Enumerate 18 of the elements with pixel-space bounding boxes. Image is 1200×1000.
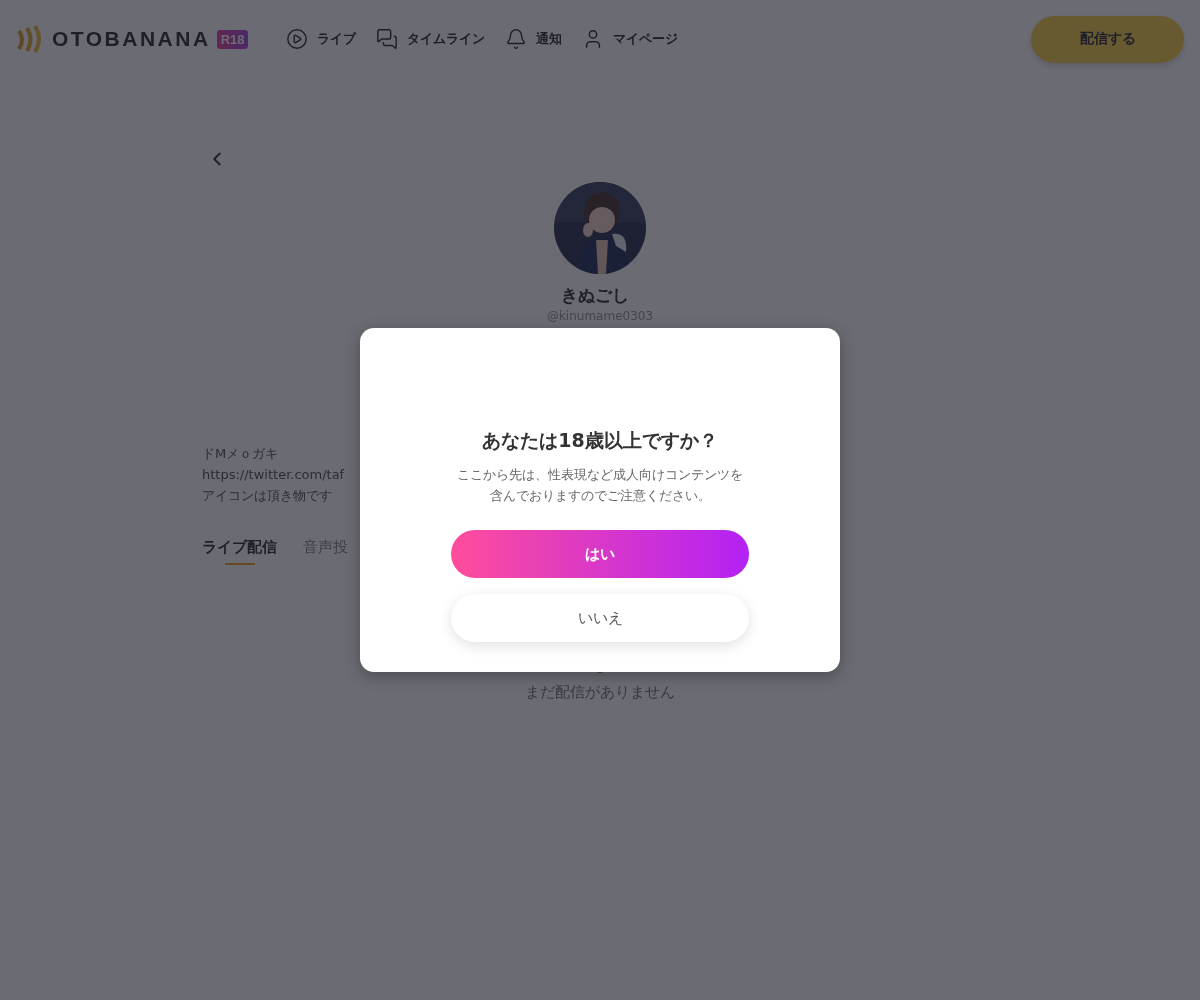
dialog-title: あなたは18歳以上ですか？ [482,428,718,453]
logo-text: OTOBANANA [52,27,211,51]
nav-link[interactable]: ライブ [286,28,356,50]
bio-line: ドMメｏガキ [202,445,279,463]
no-button[interactable]: いいえ [451,594,749,642]
yes-button[interactable]: はい [451,530,749,578]
broadcast-button[interactable]: 配信する [1031,15,1184,63]
profile-tab[interactable]: ライブ配信 [202,538,277,565]
nav-link[interactable]: マイページ [582,28,678,50]
chat-icon [376,28,398,50]
nav-link[interactable]: 通知 [505,28,562,50]
rating-badge: R18 [216,29,249,49]
profile-name: きぬごし [561,284,629,307]
dialog-message: ここから先は、性表現など成人向けコンテンツを 含んでおりますのでご注意ください。 [457,466,743,505]
nav-link[interactable]: タイムライン [376,28,485,50]
play-icon [286,28,308,50]
bell-icon [505,28,527,50]
bio-line: https://twitter.com/taf [202,466,345,484]
